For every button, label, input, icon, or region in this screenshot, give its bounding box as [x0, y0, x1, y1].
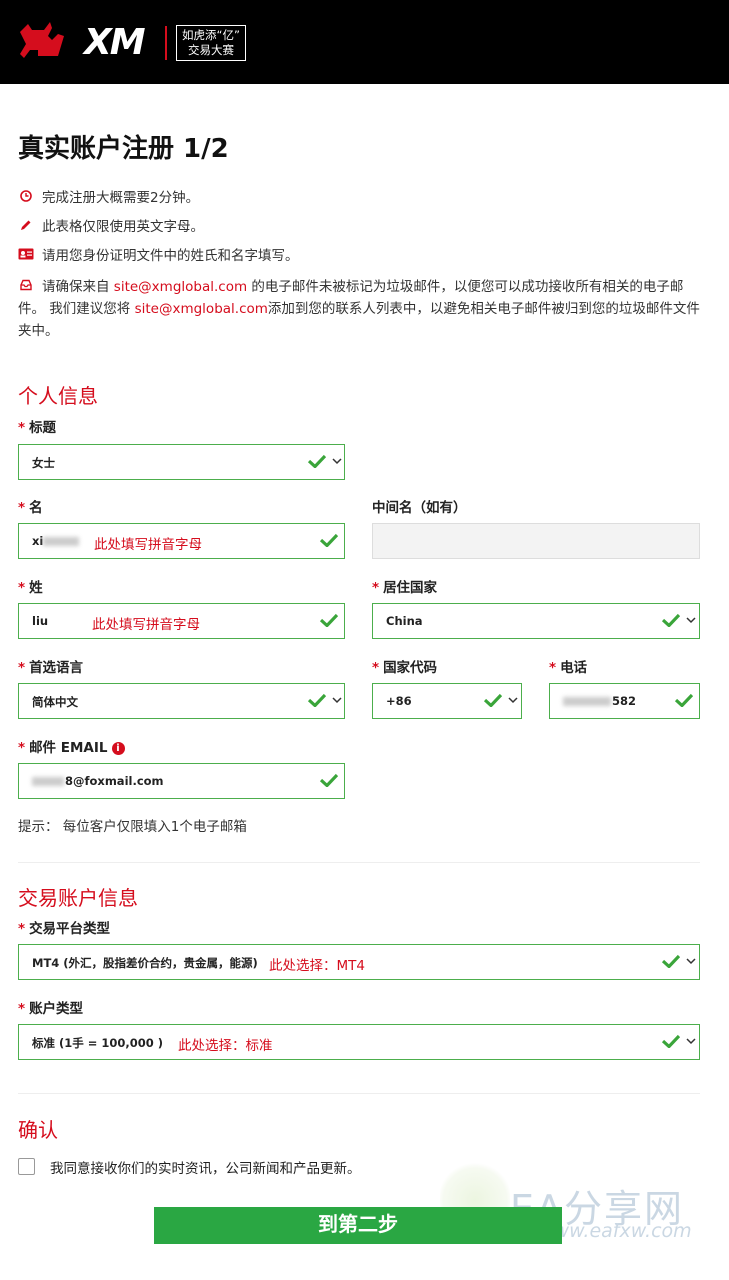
note-letters: 此表格仅限使用英文字母。 [18, 216, 708, 238]
site-email-link-2[interactable]: site@xmglobal.com [135, 301, 268, 317]
phone-value: 582 [612, 694, 637, 708]
redacted-blur [43, 537, 80, 546]
account-type-select[interactable]: 标准 (1手 = 100,000 ) 此处选择：标准 [18, 1024, 700, 1060]
site-email-link-1[interactable]: site@xmglobal.com [114, 279, 247, 295]
country-select[interactable]: China [372, 603, 700, 639]
email-hint: 提示： 每位客户仅限填入1个电子邮箱 [18, 819, 247, 835]
email-value: 8@foxmail.com [65, 774, 164, 788]
title-label: * 标题 [18, 420, 57, 436]
valid-check-icon [320, 613, 338, 627]
language-select[interactable]: 简体中文 [18, 683, 345, 719]
next-step-button[interactable]: 到第二步 [154, 1207, 562, 1244]
country-code-select[interactable]: +86 [372, 683, 522, 719]
email-input[interactable]: 8@foxmail.com [18, 763, 345, 799]
first-name-annotation: 此处填写拼音字母 [94, 537, 202, 553]
title-value: 女士 [32, 456, 55, 470]
country-value: China [386, 614, 423, 628]
middle-name-input[interactable] [372, 523, 700, 559]
valid-check-icon [308, 454, 326, 468]
note-time-text: 完成注册大概需要2分钟。 [42, 190, 200, 206]
last-name-value: liu [32, 614, 49, 628]
consent-text: 我同意接收你们的实时资讯，公司新闻和产品更新。 [50, 1161, 361, 1177]
account-type-annotation: 此处选择：标准 [178, 1038, 273, 1054]
title-select[interactable]: 女士 [18, 444, 345, 480]
note-email: 请确保来自 site@xmglobal.com 的电子邮件未被标记为垃圾邮件，以… [18, 276, 708, 342]
inbox-icon [18, 276, 34, 298]
valid-check-icon [484, 693, 502, 707]
clock-icon [18, 187, 34, 209]
chevron-down-icon [332, 697, 342, 704]
redacted-blur [32, 777, 64, 786]
valid-check-icon [662, 613, 680, 627]
section-divider [18, 1093, 700, 1094]
xm-logo[interactable]: XM [18, 20, 158, 64]
note-id-text: 请用您身份证明文件中的姓氏和名字填写。 [42, 248, 299, 264]
valid-check-icon [320, 773, 338, 787]
logo-divider [165, 26, 167, 60]
country-code-value: +86 [386, 694, 412, 708]
section-trading-info: 交易账户信息 [18, 886, 138, 910]
note-letters-text: 此表格仅限使用英文字母。 [42, 219, 204, 235]
valid-check-icon [662, 1034, 680, 1048]
promo-badge[interactable]: 如虎添“亿” 交易大赛 [176, 25, 246, 61]
platform-value: MT4 (外汇，股指差价合约，贵金属，能源) [32, 956, 258, 970]
phone-input[interactable]: 582 [549, 683, 700, 719]
chevron-down-icon [508, 697, 518, 704]
language-label: * 首选语言 [18, 660, 84, 676]
top-bar: XM 如虎添“亿” 交易大赛 [0, 0, 729, 84]
note-email-text-1: 请确保来自 [42, 279, 114, 295]
language-value: 简体中文 [32, 695, 78, 709]
logo-text: XM [84, 22, 146, 63]
section-confirm: 确认 [18, 1118, 58, 1142]
country-label: * 居住国家 [372, 580, 438, 596]
phone-label: * 电话 [549, 660, 588, 676]
first-name-value: xi [32, 534, 44, 548]
section-personal-info: 个人信息 [18, 384, 98, 408]
chevron-down-icon [686, 958, 696, 965]
consent-checkbox[interactable] [18, 1158, 35, 1175]
xm-bull-icon [20, 22, 64, 58]
info-icon[interactable]: i [111, 742, 125, 755]
valid-check-icon [308, 693, 326, 707]
platform-label: * 交易平台类型 [18, 921, 111, 937]
chevron-down-icon [686, 1038, 696, 1045]
country-code-label: * 国家代码 [372, 660, 438, 676]
chevron-down-icon [686, 617, 696, 624]
email-label: * 邮件 EMAIL i [18, 736, 125, 756]
redacted-blur [563, 697, 611, 706]
account-type-label: * 账户类型 [18, 1001, 84, 1017]
id-card-icon [18, 245, 34, 267]
note-id: 请用您身份证明文件中的姓氏和名字填写。 [18, 245, 708, 267]
promo-line-1: 如虎添“亿” [182, 28, 240, 42]
last-name-input[interactable]: liu 此处填写拼音字母 [18, 603, 345, 639]
chevron-down-icon [332, 458, 342, 465]
promo-line-2: 交易大赛 [188, 43, 234, 57]
platform-select[interactable]: MT4 (外汇，股指差价合约，贵金属，能源) 此处选择：MT4 [18, 944, 700, 980]
valid-check-icon [662, 954, 680, 968]
pencil-icon [18, 216, 34, 238]
last-name-annotation: 此处填写拼音字母 [92, 617, 200, 633]
middle-name-label: 中间名（如有） [372, 500, 467, 516]
page-title: 真实账户注册 1/2 [18, 134, 229, 164]
first-name-input[interactable]: xi 此处填写拼音字母 [18, 523, 345, 559]
first-name-label: * 名 [18, 500, 43, 516]
account-type-value: 标准 (1手 = 100,000 ) [32, 1036, 164, 1050]
last-name-label: * 姓 [18, 580, 43, 596]
valid-check-icon [320, 533, 338, 547]
note-time: 完成注册大概需要2分钟。 [18, 187, 708, 209]
section-divider [18, 862, 700, 863]
valid-check-icon [675, 693, 693, 707]
platform-annotation: 此处选择：MT4 [269, 958, 365, 974]
